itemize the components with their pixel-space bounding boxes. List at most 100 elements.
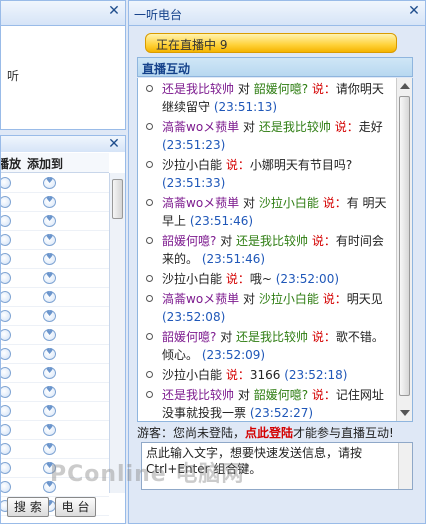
- play-icon[interactable]: [1, 405, 11, 417]
- heart-icon[interactable]: [43, 328, 56, 341]
- play-icon[interactable]: [1, 291, 11, 303]
- playlist-row[interactable]: [1, 383, 109, 402]
- heart-icon[interactable]: [43, 290, 56, 303]
- recipient-name[interactable]: 还是我比较帅: [236, 234, 308, 248]
- play-icon[interactable]: [1, 348, 11, 360]
- said-label: 说：: [225, 368, 250, 382]
- play-icon[interactable]: [1, 177, 11, 189]
- message-time: (23:51:23): [162, 138, 226, 152]
- heart-icon[interactable]: [43, 271, 56, 284]
- playlist-row[interactable]: [1, 250, 109, 269]
- heart-icon[interactable]: [43, 214, 56, 227]
- sender-name[interactable]: 还是我比较帅: [162, 388, 234, 402]
- heart-icon[interactable]: [43, 442, 56, 455]
- playlist-row[interactable]: [1, 307, 109, 326]
- play-icon[interactable]: [1, 462, 11, 474]
- scrollbar-thumb[interactable]: [112, 179, 123, 219]
- play-icon[interactable]: [1, 310, 11, 322]
- heart-icon[interactable]: [43, 385, 56, 398]
- playlist-row[interactable]: [1, 326, 109, 345]
- heart-icon[interactable]: [43, 423, 56, 436]
- search-button[interactable]: 搜 索: [7, 497, 49, 517]
- recipient-name[interactable]: 韶媛何噫?: [254, 82, 308, 96]
- playlist-row[interactable]: [1, 345, 109, 364]
- sender-name[interactable]: 滈菕woメ蓣単: [162, 120, 239, 134]
- left-top-text: 听: [7, 69, 20, 83]
- heart-icon[interactable]: [43, 404, 56, 417]
- scroll-down-icon[interactable]: [400, 410, 410, 416]
- playlist-row[interactable]: [1, 288, 109, 307]
- bullet-icon: [146, 333, 153, 340]
- playlist-buttons: 搜 索 电 台: [7, 497, 98, 517]
- play-icon[interactable]: [1, 386, 11, 398]
- chat-input-text: 点此输入文字，想要快速发送信息，请按 Ctrl+Enter 组合键。: [146, 446, 363, 476]
- to-word: 对: [243, 120, 256, 134]
- message-time: (23:51:13): [213, 100, 278, 114]
- heart-icon[interactable]: [43, 195, 56, 208]
- recipient-name[interactable]: 沙拉小白能: [259, 292, 319, 306]
- bullet-icon: [146, 123, 153, 130]
- heart-icon[interactable]: [43, 480, 56, 493]
- play-icon[interactable]: [1, 196, 11, 208]
- sender-name[interactable]: 沙拉小白能: [162, 158, 222, 172]
- play-icon[interactable]: [1, 234, 11, 246]
- scroll-up-icon[interactable]: [400, 83, 410, 89]
- chat-message: 韶媛何噫? 对 还是我比较帅 说：歌不错。倾心。 (23:52:09): [138, 328, 394, 364]
- heart-icon[interactable]: [43, 366, 56, 379]
- to-word: 对: [220, 234, 233, 248]
- playlist-row[interactable]: [1, 364, 109, 383]
- sender-name[interactable]: 沙拉小白能: [162, 272, 222, 286]
- sender-name[interactable]: 沙拉小白能: [162, 368, 222, 382]
- login-link[interactable]: 点此登陆: [245, 426, 293, 440]
- playlist-row[interactable]: [1, 402, 109, 421]
- sender-name[interactable]: 滈菕woメ蓣単: [162, 196, 239, 210]
- play-icon[interactable]: [1, 367, 11, 379]
- close-icon[interactable]: ✕: [107, 4, 121, 18]
- playlist-row[interactable]: [1, 174, 109, 193]
- sender-name[interactable]: 滈菕woメ蓣単: [162, 292, 239, 306]
- heart-icon[interactable]: [43, 461, 56, 474]
- message-time: (23:52:09): [201, 348, 266, 362]
- column-header-play[interactable]: 播放: [1, 155, 21, 172]
- message-text: 3166: [249, 368, 281, 382]
- sender-name[interactable]: 还是我比较帅: [162, 82, 234, 96]
- column-header-add[interactable]: 添加到: [27, 155, 63, 172]
- sender-name[interactable]: 韶媛何噫?: [162, 330, 216, 344]
- close-icon[interactable]: ✕: [107, 137, 121, 151]
- play-icon[interactable]: [1, 253, 11, 265]
- message-text: 走好: [358, 120, 383, 134]
- playlist-row[interactable]: [1, 478, 109, 497]
- heart-icon[interactable]: [43, 309, 56, 322]
- play-icon[interactable]: [1, 329, 11, 341]
- recipient-name[interactable]: 还是我比较帅: [236, 330, 308, 344]
- playlist-row[interactable]: [1, 231, 109, 250]
- chat-input-scrollbar[interactable]: [398, 443, 412, 489]
- play-icon[interactable]: [1, 272, 11, 284]
- heart-icon[interactable]: [43, 252, 56, 265]
- playlist-row[interactable]: [1, 421, 109, 440]
- chat-message: 滈菕woメ蓣単 对 还是我比较帅 说：走好 (23:51:23): [138, 118, 394, 154]
- scrollbar-thumb[interactable]: [399, 96, 410, 396]
- sender-name[interactable]: 韶媛何噫?: [162, 234, 216, 248]
- recipient-name[interactable]: 沙拉小白能: [259, 196, 319, 210]
- recipient-name[interactable]: 还是我比较帅: [259, 120, 331, 134]
- radio-button[interactable]: 电 台: [54, 497, 97, 517]
- playlist-row[interactable]: [1, 269, 109, 288]
- message-time: (23:52:08): [162, 310, 226, 324]
- heart-icon[interactable]: [43, 176, 56, 189]
- play-icon[interactable]: [1, 424, 11, 436]
- playlist-row[interactable]: [1, 459, 109, 478]
- playlist-scrollbar[interactable]: [109, 173, 125, 493]
- play-icon[interactable]: [1, 443, 11, 455]
- playlist-row[interactable]: [1, 193, 109, 212]
- heart-icon[interactable]: [43, 233, 56, 246]
- recipient-name[interactable]: 韶媛何噫?: [254, 388, 308, 402]
- play-icon[interactable]: [1, 215, 11, 227]
- playlist-row[interactable]: [1, 212, 109, 231]
- chat-scrollbar[interactable]: [396, 78, 412, 421]
- heart-icon[interactable]: [43, 347, 56, 360]
- play-icon[interactable]: [1, 481, 11, 493]
- chat-input[interactable]: 点此输入文字，想要快速发送信息，请按 Ctrl+Enter 组合键。: [141, 442, 413, 490]
- playlist-row[interactable]: [1, 440, 109, 459]
- close-icon[interactable]: ✕: [407, 4, 421, 18]
